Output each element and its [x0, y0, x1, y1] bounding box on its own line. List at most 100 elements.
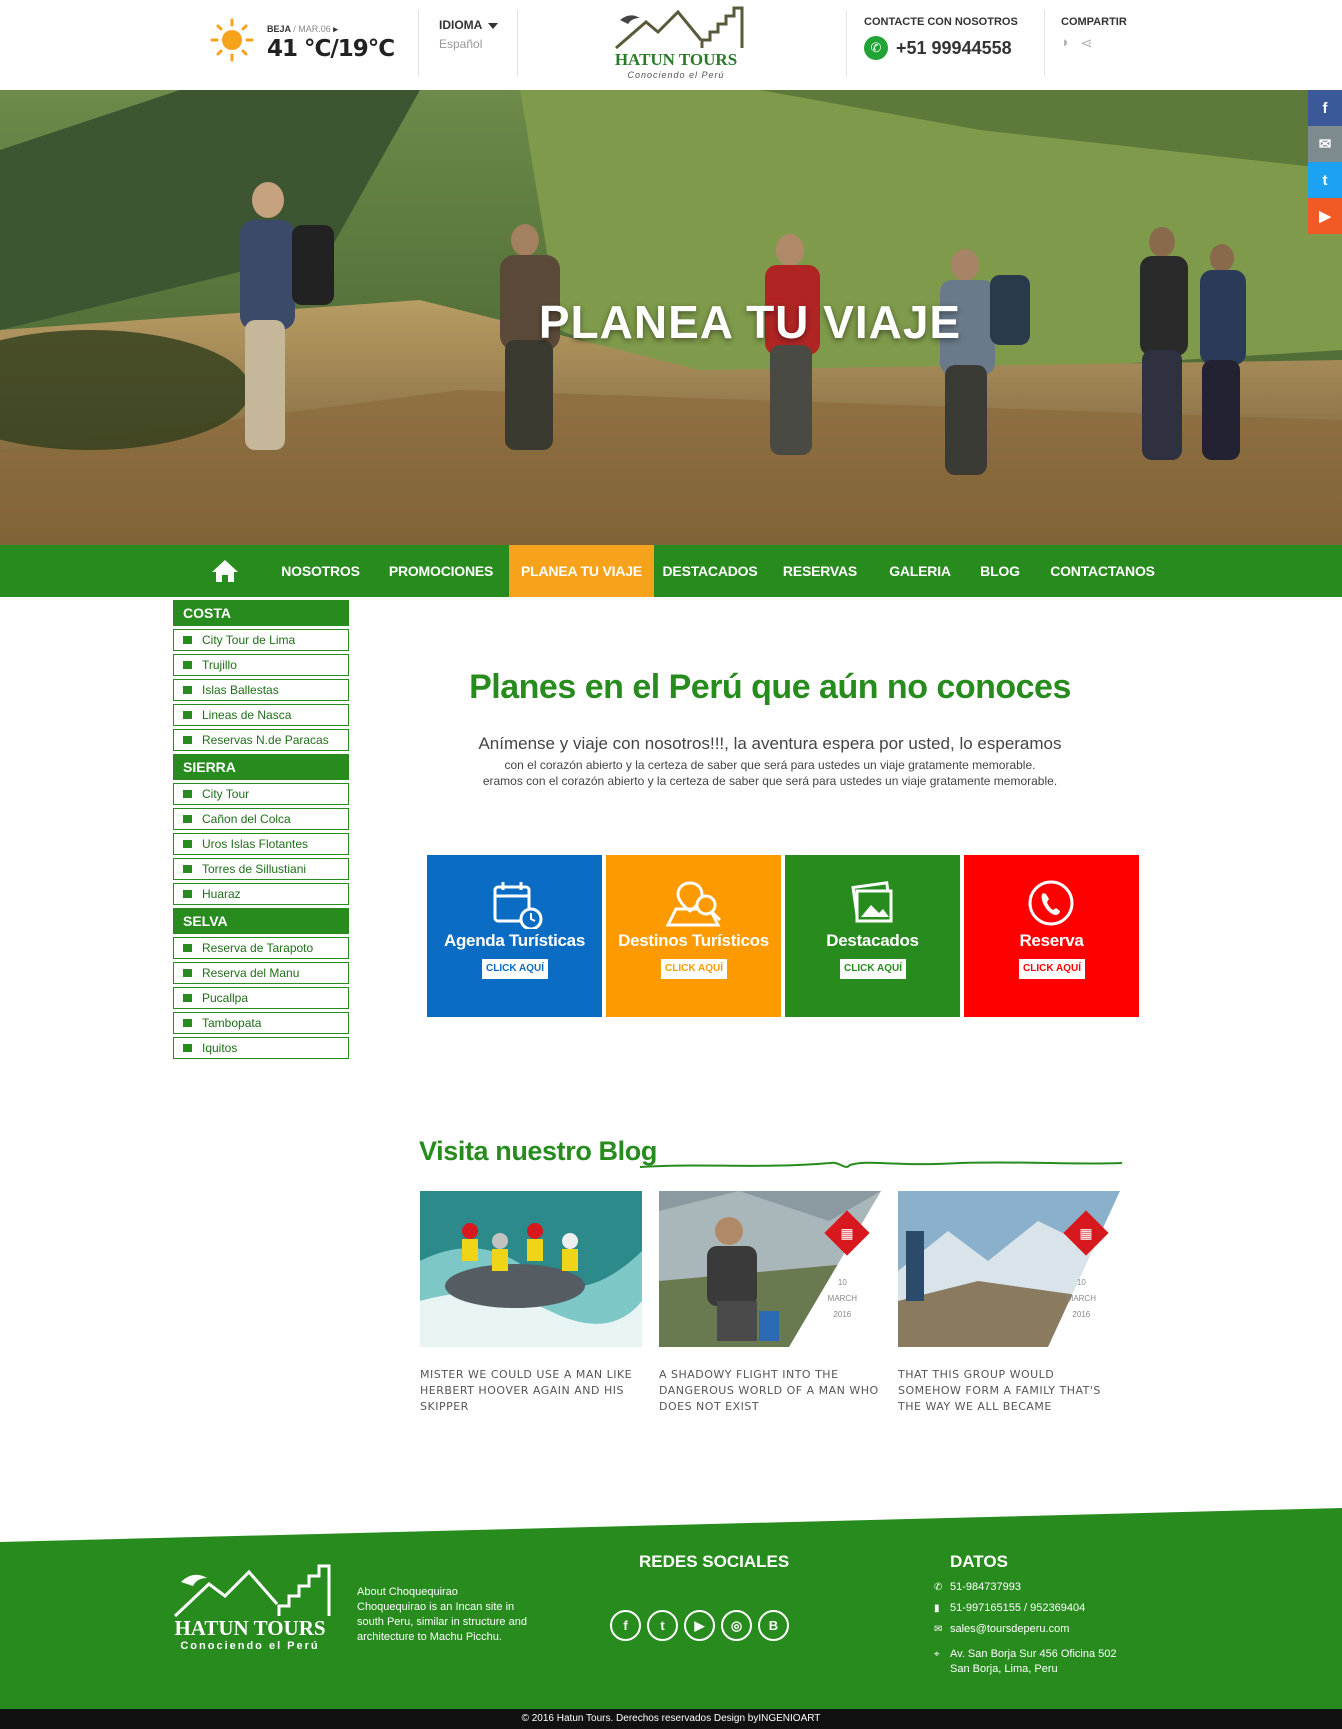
- blog-post[interactable]: ▦ 10 MARCH 2016 A SHADOWY FLIGHT INTO TH…: [659, 1191, 881, 1415]
- click-aqui-button[interactable]: CLICK AQUÍ: [840, 959, 906, 979]
- decorative-wave: [640, 1161, 1122, 1168]
- youtube-icon[interactable]: ▶: [1308, 198, 1342, 234]
- mobile-icon: ▮: [934, 1603, 940, 1614]
- nav-planea-tu-viaje[interactable]: PLANEA TU VIAJE: [509, 545, 654, 597]
- category-costa[interactable]: COSTA: [173, 600, 349, 626]
- share-icon[interactable]: ⋖: [1080, 34, 1093, 52]
- footer-logo[interactable]: HATUN TOURS Conociendo el Perú: [169, 1560, 331, 1655]
- blogger-icon[interactable]: B: [758, 1610, 789, 1641]
- nav-promociones[interactable]: PROMOCIONES: [382, 545, 500, 597]
- contact-details: ✆ 51-984737993 ▮ 51-997165155 / 952369404 …: [934, 1580, 1117, 1683]
- facebook-icon[interactable]: f: [1308, 90, 1342, 126]
- tile-destinos[interactable]: Destinos Turísticos CLICK AQUÍ: [606, 855, 781, 1017]
- blog-image-rafting[interactable]: [420, 1191, 642, 1347]
- sidebar-item[interactable]: Iquitos: [173, 1037, 349, 1059]
- address-line-1: Av. San Borja Sur 456 Oficina 502: [950, 1648, 1117, 1660]
- language-label[interactable]: IDIOMA: [439, 18, 499, 32]
- sidebar-item[interactable]: City Tour de Lima: [173, 629, 349, 651]
- caret-right-icon[interactable]: ▸: [333, 24, 338, 34]
- blog-title: Visita nuestro Blog: [419, 1136, 657, 1166]
- click-aqui-button[interactable]: CLICK AQUÍ: [661, 959, 727, 979]
- chevron-down-icon: [488, 22, 499, 29]
- tile-agenda[interactable]: Agenda Turísticas CLICK AQUÍ: [427, 855, 602, 1017]
- click-aqui-button[interactable]: CLICK AQUÍ: [1019, 959, 1085, 979]
- blog-image-camper[interactable]: ▦ 10 MARCH 2016: [659, 1191, 881, 1347]
- sidebar-item[interactable]: City Tour: [173, 783, 349, 805]
- blog-image-valley[interactable]: ▦ 10 MARCH 2016: [898, 1191, 1120, 1347]
- calendar-icon: ▦: [1079, 1224, 1093, 1241]
- mail-icon[interactable]: ✉: [1308, 126, 1342, 162]
- post-caption[interactable]: MISTER WE COULD USE A MAN LIKE HERBERT H…: [420, 1367, 642, 1415]
- sidebar-item[interactable]: Islas Ballestas: [173, 679, 349, 701]
- sidebar-item[interactable]: Torres de Sillustiani: [173, 858, 349, 880]
- calendar-icon: ▦: [840, 1224, 854, 1241]
- sidebar-item[interactable]: Cañon del Colca: [173, 808, 349, 830]
- phone-number[interactable]: +51 99944558: [896, 38, 1012, 59]
- bullet-icon: [183, 686, 192, 694]
- sidebar-item[interactable]: Trujillo: [173, 654, 349, 676]
- bullet-icon: [183, 661, 192, 669]
- phone[interactable]: ✆ +51 99944558: [864, 36, 1018, 60]
- share-block: COMPARTIR ◗ ⋖: [1061, 16, 1127, 52]
- sidebar-item[interactable]: Reserva de Tarapoto: [173, 937, 349, 959]
- map-search-icon: [665, 881, 722, 927]
- header: BEJA / MAR.06 ▸ 41 °C/19°C IDIOMA Españo…: [0, 0, 1342, 90]
- nav-destacados[interactable]: DESTACADOS: [660, 545, 760, 597]
- divider: [1044, 10, 1045, 76]
- youtube-icon[interactable]: ▶: [684, 1610, 715, 1641]
- nav-contactanos[interactable]: CONTACTANOS: [1045, 545, 1160, 597]
- nav-nosotros[interactable]: NOSOTROS: [268, 545, 373, 597]
- weather-widget: BEJA / MAR.06 ▸ 41 °C/19°C: [210, 18, 410, 68]
- bullet-icon: [183, 1019, 192, 1027]
- bullet-icon: [183, 1044, 192, 1052]
- tile-title: Agenda Turísticas: [443, 931, 585, 950]
- blog-post[interactable]: MISTER WE COULD USE A MAN LIKE HERBERT H…: [420, 1191, 642, 1415]
- nav-reservas[interactable]: RESERVAS: [775, 545, 865, 597]
- click-aqui-button[interactable]: CLICK AQUÍ: [482, 959, 548, 979]
- floating-social-bar: f ✉ t ▶: [1308, 90, 1342, 234]
- sidebar-item[interactable]: Tambopata: [173, 1012, 349, 1034]
- weather-temperature: 41 °C/19°C: [267, 36, 395, 62]
- whatsapp-icon: ✆: [864, 36, 888, 60]
- phone-2[interactable]: 51-997165155 / 952369404: [950, 1601, 1085, 1616]
- post-caption[interactable]: THAT THIS GROUP WOULD SOMEHOW FORM A FAM…: [898, 1367, 1120, 1415]
- tile-reserva[interactable]: Reserva CLICK AQUÍ: [964, 855, 1139, 1017]
- blog-post[interactable]: ▦ 10 MARCH 2016 THAT THIS GROUP WOULD SO…: [898, 1191, 1120, 1415]
- bullet-icon: [183, 994, 192, 1002]
- tile-destacados[interactable]: Destacados CLICK AQUÍ: [785, 855, 960, 1017]
- about-title: About Choquequirao: [357, 1586, 458, 1598]
- category-selva[interactable]: SELVA: [173, 908, 349, 934]
- twitter-icon[interactable]: t: [647, 1610, 678, 1641]
- bullet-icon: [183, 711, 192, 719]
- facebook-icon[interactable]: f: [610, 1610, 641, 1641]
- email[interactable]: sales@toursdeperu.com: [950, 1622, 1069, 1637]
- intro-text: con el corazón abierto y la certeza de s…: [390, 757, 1150, 789]
- bullet-icon: [183, 890, 192, 898]
- sidebar-item[interactable]: Pucallpa: [173, 987, 349, 1009]
- home-icon[interactable]: [211, 559, 239, 583]
- nav-blog[interactable]: BLOG: [970, 545, 1030, 597]
- bullet-icon: [183, 636, 192, 644]
- sidebar-item[interactable]: Lineas de Nasca: [173, 704, 349, 726]
- post-date: 10 MARCH 2016: [1066, 1278, 1096, 1319]
- post-date: 10 MARCH 2016: [827, 1278, 857, 1319]
- rss-icon[interactable]: ◗: [1061, 34, 1070, 52]
- sidebar-item[interactable]: Uros Islas Flotantes: [173, 833, 349, 855]
- intro-title: Planes en el Perú que aún no conoces: [469, 668, 1071, 706]
- nav-galeria[interactable]: GALERIA: [880, 545, 960, 597]
- phone-1[interactable]: 51-984737993: [950, 1580, 1021, 1595]
- twitter-icon[interactable]: t: [1308, 162, 1342, 198]
- instagram-icon[interactable]: ◎: [721, 1610, 752, 1641]
- sidebar-item[interactable]: Reservas N.de Paracas: [173, 729, 349, 751]
- bullet-icon: [183, 736, 192, 744]
- footer-logo-tagline: Conociendo el Perú: [180, 1640, 320, 1652]
- site-logo[interactable]: HATUN TOURS Conociendo el Perú: [606, 4, 746, 82]
- post-caption[interactable]: A SHADOWY FLIGHT INTO THE DANGEROUS WORL…: [659, 1367, 881, 1415]
- sidebar-item[interactable]: Huaraz: [173, 883, 349, 905]
- sidebar-item[interactable]: Reserva del Manu: [173, 962, 349, 984]
- logo-mountain-icon: [615, 6, 744, 50]
- sun-icon: [210, 18, 254, 62]
- intro-line-2: eramos con el corazón abierto y la certe…: [482, 774, 1058, 788]
- category-sierra[interactable]: SIERRA: [173, 754, 349, 780]
- language-selector[interactable]: IDIOMA Español: [439, 18, 499, 51]
